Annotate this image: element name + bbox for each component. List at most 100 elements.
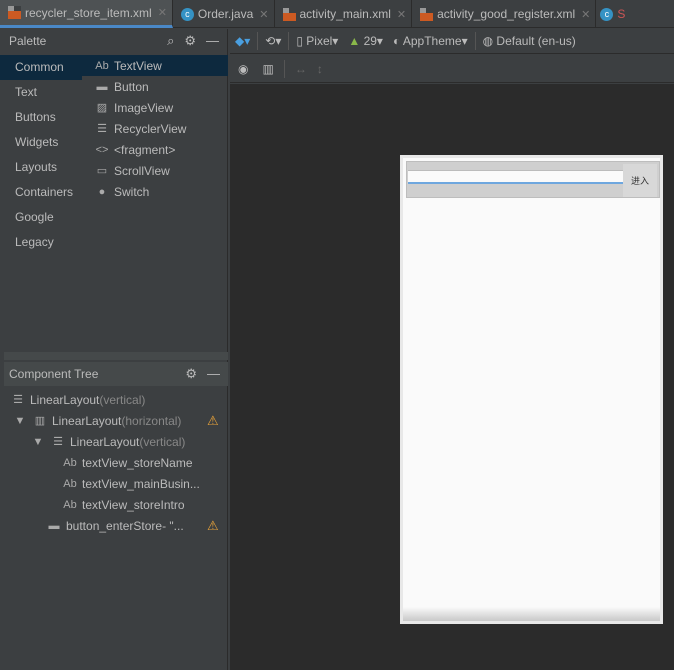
item-label: ImageView bbox=[114, 100, 174, 115]
java-class-icon: c bbox=[180, 7, 194, 21]
palette-category-widgets[interactable]: Widgets bbox=[0, 130, 82, 155]
node-name: textView_storeName bbox=[82, 455, 193, 470]
tree-node[interactable]: ▼ ▥ LinearLayout (horizontal) ⚠ bbox=[12, 410, 226, 431]
palette-category-google[interactable]: Google bbox=[0, 205, 82, 230]
preview-horizontal-layout[interactable]: 进入 bbox=[406, 161, 660, 198]
palette-item-textview[interactable]: Ab TextView bbox=[82, 55, 228, 76]
gear-icon[interactable]: ⚙ bbox=[184, 33, 196, 48]
theme-label: AppTheme bbox=[402, 34, 462, 48]
tab-recycler-store-item[interactable]: recycler_store_item.xml ✕ bbox=[0, 0, 173, 28]
horizontal-layout-icon: ▥ bbox=[34, 415, 46, 427]
view-toolbar: ◉ ▥ ↔ ↕ bbox=[230, 55, 674, 83]
code-icon: <> bbox=[95, 143, 109, 156]
node-name: LinearLayout bbox=[52, 413, 122, 428]
horizontal-resize-icon[interactable]: ↔ bbox=[295, 62, 307, 76]
palette-category-containers[interactable]: Containers bbox=[0, 180, 82, 205]
android-icon: ▲ bbox=[348, 34, 361, 48]
tree-node[interactable]: Ab textView_mainBusin... bbox=[62, 473, 200, 494]
image-icon: ▨ bbox=[96, 102, 108, 114]
palette-item-button[interactable]: ▬ Button bbox=[82, 76, 228, 97]
item-label: Button bbox=[114, 79, 149, 94]
palette-category-buttons[interactable]: Buttons bbox=[0, 105, 82, 130]
item-label: RecyclerView bbox=[114, 121, 187, 136]
device-label: Pixel bbox=[306, 34, 333, 48]
gear-icon[interactable]: ⚙ bbox=[185, 366, 197, 381]
component-tree-header: Component Tree ⚙ — bbox=[4, 362, 228, 386]
node-hint: (horizontal) bbox=[121, 413, 182, 428]
expand-arrow-icon[interactable]: ▼ bbox=[12, 415, 28, 427]
close-icon[interactable]: ✕ bbox=[259, 8, 268, 21]
node-name: textView_storeIntro bbox=[82, 497, 185, 512]
blueprint-icon[interactable]: ▥ bbox=[262, 62, 273, 76]
search-icon[interactable]: ⌕ bbox=[167, 33, 174, 48]
device-selector[interactable]: ▯ Pixel▾ bbox=[296, 34, 338, 48]
tab-overflow[interactable]: cS bbox=[596, 0, 674, 28]
xml-file-icon bbox=[282, 7, 296, 21]
xml-file-icon bbox=[420, 7, 434, 21]
tree-node[interactable]: ▬ button_enterStore- "... ⚠ bbox=[46, 515, 226, 536]
palette-item-imageview[interactable]: ▨ ImageView bbox=[82, 97, 228, 118]
tree-node[interactable]: ▼ ☰ LinearLayout (vertical) bbox=[30, 431, 186, 452]
locale-label: Default (en-us) bbox=[496, 34, 576, 48]
switch-icon: ● bbox=[98, 185, 106, 198]
close-icon[interactable]: ✕ bbox=[158, 6, 167, 19]
preview-text-area[interactable] bbox=[408, 170, 623, 184]
tree-node[interactable]: Ab textView_storeName bbox=[62, 452, 193, 473]
tab-label: S bbox=[617, 7, 626, 21]
api-selector[interactable]: ▲ 29▾ bbox=[348, 34, 383, 48]
textview-icon: Ab bbox=[63, 456, 77, 469]
palette-panel: Palette ⌕ ⚙ — Common Text Buttons Widgets L… bbox=[0, 29, 228, 670]
palette-item-scrollview[interactable]: ▭ ScrollView bbox=[82, 160, 228, 181]
preview-enter-button[interactable]: 进入 bbox=[623, 164, 657, 197]
palette-item-fragment[interactable]: <> <fragment> bbox=[82, 139, 228, 160]
vertical-layout-icon: ☰ bbox=[13, 394, 23, 406]
node-hint: (vertical) bbox=[139, 434, 186, 449]
palette-item-switch[interactable]: ● Switch bbox=[82, 181, 228, 202]
item-label: <fragment> bbox=[114, 142, 176, 157]
tab-order-java[interactable]: c Order.java ✕ bbox=[173, 0, 275, 28]
eye-icon[interactable]: ◉ bbox=[238, 62, 248, 76]
item-label: TextView bbox=[114, 58, 162, 73]
node-name: button_enterStore- "... bbox=[66, 518, 184, 533]
vertical-resize-icon[interactable]: ↕ bbox=[317, 62, 323, 76]
palette-item-recyclerview[interactable]: ☰ RecyclerView bbox=[82, 118, 228, 139]
tree-node[interactable]: Ab textView_storeIntro bbox=[62, 494, 185, 515]
tab-label: activity_good_register.xml bbox=[437, 7, 576, 21]
tab-label: activity_main.xml bbox=[299, 7, 391, 21]
palette-category-layouts[interactable]: Layouts bbox=[0, 155, 82, 180]
button-icon: ▬ bbox=[48, 519, 60, 532]
layers-icon[interactable]: ◆▾ bbox=[235, 34, 250, 48]
palette-category-text[interactable]: Text bbox=[0, 80, 82, 105]
theme-selector[interactable]: ◐ AppTheme▾ bbox=[393, 34, 468, 48]
tab-label: Order.java bbox=[197, 7, 254, 21]
tree-node[interactable]: ☰ LinearLayout (vertical) bbox=[10, 389, 145, 410]
minimize-icon[interactable]: — bbox=[207, 366, 220, 381]
locale-selector[interactable]: ◍ Default (en-us) bbox=[483, 34, 576, 48]
close-icon[interactable]: ✕ bbox=[581, 8, 590, 21]
button-icon: ▬ bbox=[96, 80, 108, 93]
palette-category-legacy[interactable]: Legacy bbox=[0, 230, 82, 255]
panel-splitter[interactable] bbox=[4, 352, 228, 360]
expand-arrow-icon[interactable]: ▼ bbox=[30, 436, 46, 448]
node-name: LinearLayout bbox=[30, 392, 100, 407]
palette-title: Palette bbox=[9, 34, 47, 48]
editor-tabs: recycler_store_item.xml ✕ c Order.java ✕ ac… bbox=[0, 0, 674, 28]
palette-category-common[interactable]: Common bbox=[0, 55, 82, 80]
xml-file-icon bbox=[8, 6, 21, 19]
scrollview-icon: ▭ bbox=[96, 165, 108, 177]
tab-activity-good-register[interactable]: activity_good_register.xml ✕ bbox=[412, 0, 597, 28]
node-hint: (vertical) bbox=[99, 392, 146, 407]
device-preview[interactable]: 进入 bbox=[400, 155, 663, 624]
warning-icon[interactable]: ⚠ bbox=[207, 413, 219, 429]
tab-activity-main[interactable]: activity_main.xml ✕ bbox=[275, 0, 413, 28]
item-label: Switch bbox=[114, 184, 150, 199]
item-label: ScrollView bbox=[114, 163, 170, 178]
api-label: 29 bbox=[363, 34, 377, 48]
textview-icon: Ab bbox=[95, 59, 109, 72]
vertical-layout-icon: ☰ bbox=[53, 436, 63, 448]
minimize-icon[interactable]: — bbox=[206, 33, 219, 48]
warning-icon[interactable]: ⚠ bbox=[207, 518, 219, 534]
component-tree-title: Component Tree bbox=[9, 367, 99, 381]
close-icon[interactable]: ✕ bbox=[397, 8, 406, 21]
orientation-icon[interactable]: ⟲▾ bbox=[265, 34, 281, 48]
